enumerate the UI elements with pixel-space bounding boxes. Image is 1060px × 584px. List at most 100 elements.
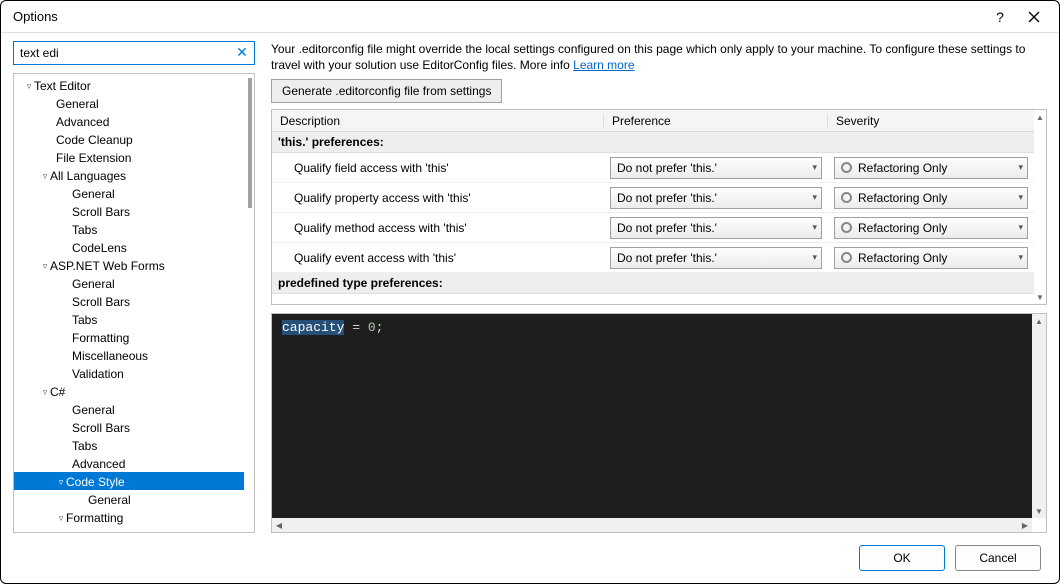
col-severity[interactable]: Severity — [828, 114, 1034, 128]
severity-dropdown[interactable]: Refactoring Only ▾ — [834, 217, 1028, 239]
ok-button[interactable]: OK — [859, 545, 945, 571]
tree-item[interactable]: General — [14, 184, 244, 202]
group-header: 'this.' preferences: — [272, 132, 1034, 153]
info-text: Your .editorconfig file might override t… — [271, 41, 1047, 73]
preference-dropdown[interactable]: Do not prefer 'this.' ▾ — [610, 157, 822, 179]
tree-item-label: General — [72, 277, 115, 291]
scroll-up-icon[interactable]: ▲ — [1032, 314, 1046, 328]
tree-item-label: Tabs — [72, 313, 97, 327]
tree-item[interactable]: Scroll Bars — [14, 418, 244, 436]
tree-item-label: Tabs — [72, 439, 97, 453]
tree-item[interactable]: ▿Code Style — [14, 472, 244, 490]
tree-item[interactable]: ▿Text Editor — [14, 76, 244, 94]
dropdown-value: Do not prefer 'this.' — [617, 191, 717, 205]
scroll-down-icon[interactable]: ▼ — [1032, 504, 1046, 518]
table-row: Qualify field access with 'this' Do not p… — [272, 153, 1034, 183]
table-row: Qualify property access with 'this' Do no… — [272, 183, 1034, 213]
code-preview: capacity = 0; ▲ ▼ ◀ ▶ — [271, 313, 1047, 533]
preview-scrollbar-vertical[interactable]: ▲ ▼ — [1032, 314, 1046, 518]
tree-item-label: Code Cleanup — [56, 133, 133, 147]
tree-item[interactable]: Tabs — [14, 220, 244, 238]
col-preference[interactable]: Preference — [604, 114, 828, 128]
table-header: Description Preference Severity — [272, 110, 1034, 132]
tree-item-label: CodeLens — [72, 241, 127, 255]
tree-item-label: General — [56, 97, 99, 111]
tree-item[interactable]: Tabs — [14, 436, 244, 454]
tree-scrollbar[interactable] — [248, 78, 252, 208]
tree-item[interactable]: ▿Formatting — [14, 508, 244, 526]
generate-editorconfig-button[interactable]: Generate .editorconfig file from setting… — [271, 79, 502, 103]
tree-item[interactable]: File Extension — [14, 148, 244, 166]
options-tree: ▿Text EditorGeneralAdvancedCode CleanupF… — [13, 73, 255, 533]
chevron-down-icon: ▾ — [1018, 162, 1023, 173]
search-wrapper: ✕ — [13, 41, 255, 65]
severity-indicator-icon — [841, 162, 852, 173]
preference-dropdown[interactable]: Do not prefer 'this.'▾ — [610, 187, 822, 209]
scroll-right-icon[interactable]: ▶ — [1018, 518, 1032, 532]
scroll-up-icon[interactable]: ▲ — [1034, 110, 1046, 124]
clear-search-icon[interactable]: ✕ — [233, 43, 251, 61]
learn-more-link[interactable]: Learn more — [573, 58, 634, 72]
cancel-button[interactable]: Cancel — [955, 545, 1041, 571]
dropdown-value: Refactoring Only — [858, 221, 947, 235]
severity-indicator-icon — [841, 192, 852, 203]
chevron-down-icon: ▿ — [40, 257, 50, 275]
severity-indicator-icon — [841, 222, 852, 233]
scroll-left-icon[interactable]: ◀ — [272, 518, 286, 532]
row-description: Qualify method access with 'this' — [272, 221, 604, 235]
tree-item[interactable]: Tabs — [14, 310, 244, 328]
tree-item[interactable]: CodeLens — [14, 238, 244, 256]
tree-item-label: Advanced — [56, 115, 109, 129]
tree-item[interactable]: Advanced — [14, 454, 244, 472]
severity-indicator-icon — [841, 252, 852, 263]
severity-dropdown[interactable]: Refactoring Only▾ — [834, 157, 1028, 179]
preview-scrollbar-horizontal[interactable]: ◀ ▶ — [272, 518, 1032, 532]
tree-item-label: Validation — [72, 367, 124, 381]
tree-item-label: Scroll Bars — [72, 421, 130, 435]
chevron-down-icon: ▿ — [56, 509, 66, 527]
col-description[interactable]: Description — [272, 114, 604, 128]
dropdown-value: Refactoring Only — [858, 251, 947, 265]
tree-item[interactable]: Validation — [14, 364, 244, 382]
chevron-down-icon: ▾ — [1018, 252, 1023, 263]
chevron-down-icon: ▾ — [812, 162, 817, 173]
tree-item[interactable]: Scroll Bars — [14, 292, 244, 310]
tree-item[interactable]: ▿C# — [14, 382, 244, 400]
dropdown-value: Do not prefer 'this.' — [617, 161, 717, 175]
preferences-table: Description Preference Severity 'this.' … — [271, 109, 1047, 305]
row-description: Qualify field access with 'this' — [272, 161, 604, 175]
tree-item[interactable]: General — [14, 274, 244, 292]
search-input[interactable] — [13, 41, 255, 65]
tree-item-label: Advanced — [72, 457, 125, 471]
severity-dropdown[interactable]: Refactoring Only▾ — [834, 187, 1028, 209]
preference-dropdown[interactable]: Do not prefer 'this.'▾ — [610, 247, 822, 269]
tree-item-label: Text Editor — [34, 79, 91, 93]
tree-item[interactable]: Advanced — [14, 112, 244, 130]
tree-item[interactable]: ▿ASP.NET Web Forms — [14, 256, 244, 274]
tree-item[interactable]: Formatting — [14, 328, 244, 346]
row-description: Qualify property access with 'this' — [272, 191, 604, 205]
dropdown-value: Do not prefer 'this.' — [617, 251, 717, 265]
chevron-down-icon: ▾ — [1018, 222, 1023, 233]
dropdown-value: Do not prefer 'this.' — [617, 221, 717, 235]
help-button[interactable]: ? — [983, 3, 1017, 31]
tree-item[interactable]: ▿All Languages — [14, 166, 244, 184]
close-button[interactable] — [1017, 3, 1051, 31]
tree-item[interactable]: General — [14, 400, 244, 418]
tree-item-label: Code Style — [66, 475, 125, 489]
tree-item[interactable]: Code Cleanup — [14, 130, 244, 148]
group-header: predefined type preferences: — [272, 273, 1034, 294]
tree-item[interactable]: Scroll Bars — [14, 202, 244, 220]
table-scrollbar[interactable]: ▲ ▼ — [1034, 110, 1046, 304]
tree-item[interactable]: Miscellaneous — [14, 346, 244, 364]
chevron-down-icon: ▿ — [24, 77, 34, 95]
tree-item-label: Formatting — [72, 331, 129, 345]
preference-dropdown[interactable]: Do not prefer 'this.'▾ — [610, 217, 822, 239]
tree-item[interactable]: General — [14, 490, 244, 508]
window-title: Options — [13, 9, 983, 24]
scroll-down-icon[interactable]: ▼ — [1034, 290, 1046, 304]
severity-dropdown[interactable]: Refactoring Only ▾ — [834, 247, 1028, 269]
tree-item-label: Tabs — [72, 223, 97, 237]
tree-item-label: C# — [50, 385, 65, 399]
tree-item[interactable]: General — [14, 94, 244, 112]
